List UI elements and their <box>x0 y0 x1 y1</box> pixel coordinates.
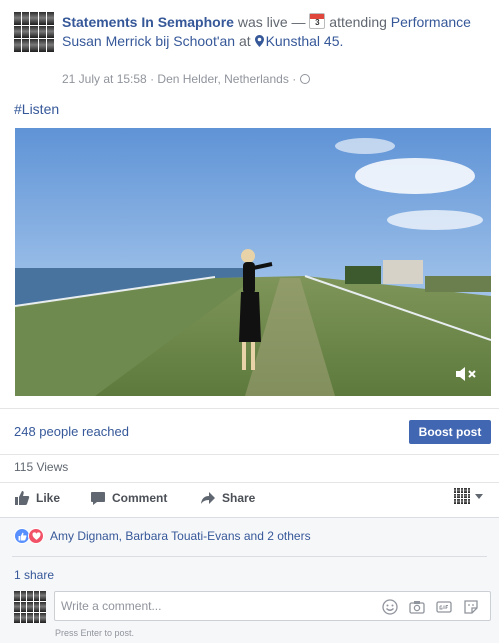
page-avatar-mini <box>454 488 470 504</box>
views-count[interactable]: 115 Views <box>14 460 68 474</box>
video-player[interactable] <box>15 128 491 396</box>
post-headline: Statements In Semaphore was live — 3 att… <box>62 13 482 51</box>
globe-icon[interactable] <box>299 74 310 84</box>
comment-input[interactable] <box>61 592 361 620</box>
cloud <box>387 210 483 230</box>
at-label: at <box>238 33 251 49</box>
hashtag-link[interactable]: #Listen <box>14 101 59 117</box>
post-header: Statements In Semaphore was live — 3 att… <box>0 0 499 96</box>
comment-button[interactable]: Comment <box>90 490 167 506</box>
emoji-icon[interactable] <box>382 599 398 615</box>
calendar-icon: 3 <box>309 13 326 29</box>
timestamp-link[interactable]: 21 July at 15:58 <box>62 72 147 86</box>
gif-icon[interactable] <box>436 599 452 615</box>
field <box>425 276 491 292</box>
comment-composer[interactable] <box>54 591 491 621</box>
camera-icon[interactable] <box>409 599 425 615</box>
live-status: was live — <box>237 14 306 30</box>
chevron-down-icon <box>475 493 483 499</box>
cloud <box>335 138 395 154</box>
comment-label: Comment <box>112 491 168 505</box>
post-as-selector[interactable] <box>454 488 483 504</box>
video-frame <box>15 128 491 396</box>
comment-icon <box>91 492 105 505</box>
place-link[interactable]: Kunsthal 45. <box>266 33 344 49</box>
like-label: Like <box>36 491 61 505</box>
sticker-icon[interactable] <box>463 599 479 615</box>
activity-label: attending <box>329 14 387 30</box>
building <box>383 260 423 284</box>
trees <box>345 266 381 284</box>
love-reaction-icon <box>28 528 44 544</box>
post-meta: 21 July at 15:58 · Den Helder, Netherlan… <box>62 72 310 86</box>
boost-post-button[interactable]: Boost post <box>409 420 491 444</box>
share-arrow-icon <box>201 492 215 504</box>
divider <box>0 454 499 455</box>
reactions-summary[interactable]: Amy Dignam, Barbara Touati-Evans and 2 o… <box>14 528 311 544</box>
divider <box>0 408 499 409</box>
feedback-section: Amy Dignam, Barbara Touati-Evans and 2 o… <box>0 517 499 643</box>
thumbs-up-icon <box>15 491 30 505</box>
people-reached-link[interactable]: 248 people reached <box>14 424 129 439</box>
share-button[interactable]: Share <box>200 490 255 506</box>
divider <box>0 482 499 483</box>
commenter-avatar <box>14 591 46 623</box>
like-button[interactable]: Like <box>14 490 60 506</box>
shares-link[interactable]: 1 share <box>14 568 54 582</box>
comment-hint: Press Enter to post. <box>55 628 135 638</box>
page-avatar[interactable] <box>14 12 54 52</box>
divider <box>12 556 487 557</box>
mute-icon[interactable] <box>455 366 477 382</box>
action-bar: Like Comment Share <box>0 484 499 514</box>
reaction-names[interactable]: Amy Dignam, Barbara Touati-Evans and 2 o… <box>50 529 311 543</box>
cloud <box>355 158 475 194</box>
location-text[interactable]: Den Helder, Netherlands <box>157 72 288 86</box>
share-label: Share <box>222 491 256 505</box>
location-pin-icon <box>254 35 264 47</box>
calendar-day: 3 <box>315 18 320 27</box>
author-link[interactable]: Statements In Semaphore <box>62 14 234 30</box>
meta-separator: · <box>150 72 155 86</box>
meta-separator-2: · <box>292 72 297 86</box>
